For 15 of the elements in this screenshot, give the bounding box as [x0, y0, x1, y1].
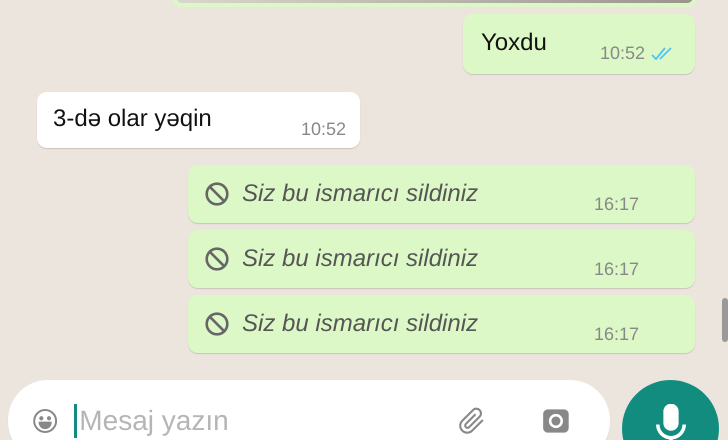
deleted-message-text: Siz bu ismarıcı sildiniz: [242, 309, 478, 339]
message-time: 16:17: [594, 259, 639, 280]
message-input-bar[interactable]: Mesaj yazın: [8, 380, 610, 440]
deleted-message-text: Siz bu ismarıcı sildiniz: [242, 179, 478, 209]
scrollbar[interactable]: [722, 298, 728, 342]
message-text: Yoxdu: [481, 28, 547, 58]
message-time: 16:17: [594, 324, 639, 345]
ban-icon: [204, 311, 230, 337]
message-time: 10:52: [300, 119, 346, 140]
ban-icon: [204, 246, 230, 272]
message-time: 16:17: [594, 194, 639, 215]
deleted-message-text: Siz bu ismarıcı sildiniz: [242, 244, 478, 274]
message-text: 3-də olar yəqin: [53, 104, 212, 134]
ban-icon: [204, 181, 230, 207]
message-time: 10:52: [600, 43, 645, 64]
